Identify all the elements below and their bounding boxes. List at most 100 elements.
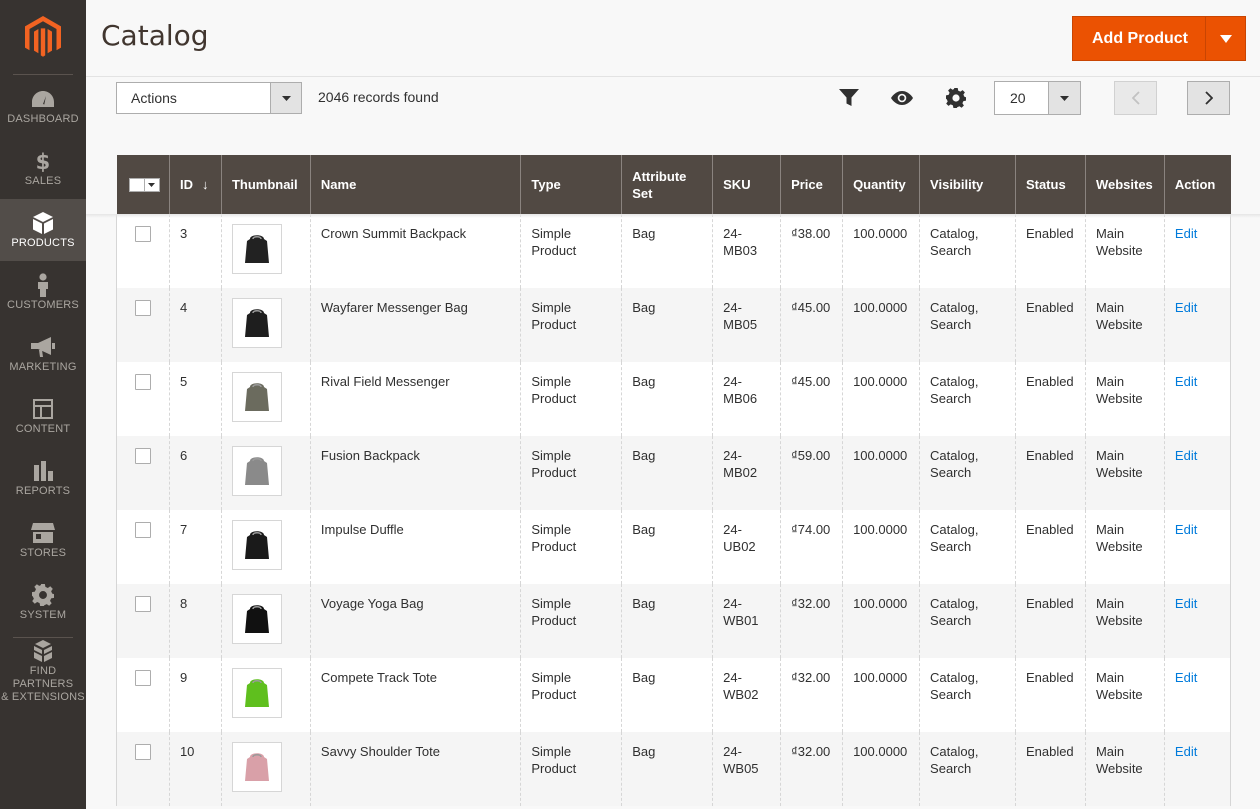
table-row[interactable]: 10 Savvy Shoulder Tote Simple Product Bag 24… [116, 732, 1232, 806]
cell-price: ₫45.00 [780, 362, 843, 436]
cell-type: Simple Product [520, 214, 622, 288]
add-product-dropdown-toggle[interactable] [1205, 17, 1245, 60]
column-header-websites[interactable]: Websites [1084, 155, 1165, 214]
nav-item-stores[interactable]: STORES [0, 509, 86, 571]
next-page-button[interactable] [1187, 81, 1230, 115]
cell-thumbnail[interactable] [220, 732, 311, 806]
cell-sku: 24-MB06 [712, 362, 781, 436]
magento-logo-icon[interactable] [13, 0, 73, 75]
cell-status: Enabled [1014, 214, 1086, 288]
cell-attribute-set: Bag [621, 288, 713, 362]
filter-icon[interactable] [837, 86, 861, 110]
row-checkbox[interactable] [135, 744, 151, 760]
nav-item-reports[interactable]: REPORTS [0, 447, 86, 509]
column-header-status[interactable]: Status [1014, 155, 1086, 214]
product-thumbnail[interactable] [231, 742, 282, 792]
row-checkbox[interactable] [135, 522, 151, 538]
cell-thumbnail[interactable] [220, 214, 311, 288]
actions-dropdown[interactable]: Actions [116, 82, 302, 114]
column-header-sku[interactable]: SKU [712, 155, 781, 214]
cell-name: Impulse Duffle [309, 510, 521, 584]
table-row[interactable]: 3 Crown Summit Backpack Simple Product Bag 2… [116, 214, 1232, 288]
cell-thumbnail[interactable] [220, 288, 311, 362]
column-header-thumbnail[interactable]: Thumbnail [220, 155, 311, 214]
per-page-select[interactable]: 20 [994, 81, 1081, 115]
product-thumbnail[interactable] [231, 520, 282, 570]
row-select-cell[interactable] [116, 732, 170, 806]
row-checkbox[interactable] [135, 226, 151, 242]
add-product-button[interactable]: Add Product [1072, 16, 1246, 61]
chevron-right-icon [1204, 91, 1213, 105]
cell-websites: Main Website [1084, 584, 1165, 658]
edit-link[interactable]: Edit [1175, 596, 1197, 611]
cell-thumbnail[interactable] [220, 362, 311, 436]
mass-select-control[interactable] [128, 177, 169, 192]
cell-thumbnail[interactable] [220, 510, 311, 584]
edit-link[interactable]: Edit [1175, 744, 1197, 759]
row-checkbox[interactable] [135, 596, 151, 612]
previous-page-button[interactable] [1114, 81, 1157, 115]
edit-link[interactable]: Edit [1175, 448, 1197, 463]
edit-link[interactable]: Edit [1175, 374, 1197, 389]
row-select-cell[interactable] [116, 510, 170, 584]
nav-item-dashboard[interactable]: DASHBOARD [0, 75, 86, 137]
cell-quantity: 100.0000 [842, 362, 920, 436]
edit-link[interactable]: Edit [1175, 670, 1197, 685]
gear-icon[interactable] [944, 86, 968, 110]
mass-select-header[interactable] [116, 155, 170, 214]
nav-item-content[interactable]: CONTENT [0, 385, 86, 447]
nav-item-system[interactable]: SYSTEM [0, 571, 86, 633]
cell-thumbnail[interactable] [220, 658, 311, 732]
column-header-name[interactable]: Name [309, 155, 521, 214]
table-row[interactable]: 8 Voyage Yoga Bag Simple Product Bag 24-WB01… [116, 584, 1232, 658]
dashboard-icon [32, 87, 54, 111]
nav-item-sales[interactable]: $ SALES [0, 137, 86, 199]
row-checkbox[interactable] [135, 670, 151, 686]
product-thumbnail[interactable] [231, 446, 282, 496]
row-select-cell[interactable] [116, 288, 170, 362]
product-thumbnail[interactable] [231, 298, 282, 348]
cell-quantity: 100.0000 [842, 436, 920, 510]
column-header-price[interactable]: Price [780, 155, 843, 214]
edit-link[interactable]: Edit [1175, 226, 1197, 241]
column-header-attribute-set[interactable]: Attribute Set [621, 155, 713, 214]
row-select-cell[interactable] [116, 214, 170, 288]
table-row[interactable]: 4 Wayfarer Messenger Bag Simple Product Bag… [116, 288, 1232, 362]
product-thumbnail[interactable] [231, 594, 282, 644]
product-thumbnail[interactable] [231, 224, 282, 274]
bar-chart-icon [33, 459, 53, 483]
row-checkbox[interactable] [135, 374, 151, 390]
cell-sku: 24-WB02 [712, 658, 781, 732]
mass-select-checkbox[interactable] [128, 177, 145, 192]
table-row[interactable]: 9 Compete Track Tote Simple Product Bag 24-W… [116, 658, 1232, 732]
nav-find-partners[interactable]: FIND PARTNERS & EXTENSIONS [0, 638, 86, 704]
column-header-visibility[interactable]: Visibility [919, 155, 1016, 214]
edit-link[interactable]: Edit [1175, 300, 1197, 315]
eye-icon[interactable] [890, 86, 914, 110]
cell-quantity: 100.0000 [842, 658, 920, 732]
row-select-cell[interactable] [116, 584, 170, 658]
row-select-cell[interactable] [116, 436, 170, 510]
caret-down-icon[interactable] [144, 177, 160, 192]
column-header-id[interactable]: ID ↓ [168, 155, 222, 214]
cell-attribute-set: Bag [621, 732, 713, 806]
cell-thumbnail[interactable] [220, 436, 311, 510]
cell-status: Enabled [1014, 510, 1086, 584]
product-thumbnail[interactable] [231, 668, 282, 718]
table-row[interactable]: 7 Impulse Duffle Simple Product Bag 24-UB02 ₫… [116, 510, 1232, 584]
row-select-cell[interactable] [116, 658, 170, 732]
table-row[interactable]: 6 Fusion Backpack Simple Product Bag 24-MB02… [116, 436, 1232, 510]
cell-type: Simple Product [520, 732, 622, 806]
column-header-type[interactable]: Type [520, 155, 622, 214]
nav-item-customers[interactable]: CUSTOMERS [0, 261, 86, 323]
row-checkbox[interactable] [135, 448, 151, 464]
nav-item-marketing[interactable]: MARKETING [0, 323, 86, 385]
row-select-cell[interactable] [116, 362, 170, 436]
product-thumbnail[interactable] [231, 372, 282, 422]
nav-item-products[interactable]: PRODUCTS [0, 199, 86, 261]
edit-link[interactable]: Edit [1175, 522, 1197, 537]
cell-thumbnail[interactable] [220, 584, 311, 658]
column-header-quantity[interactable]: Quantity [842, 155, 920, 214]
row-checkbox[interactable] [135, 300, 151, 316]
table-row[interactable]: 5 Rival Field Messenger Simple Product Bag 2… [116, 362, 1232, 436]
